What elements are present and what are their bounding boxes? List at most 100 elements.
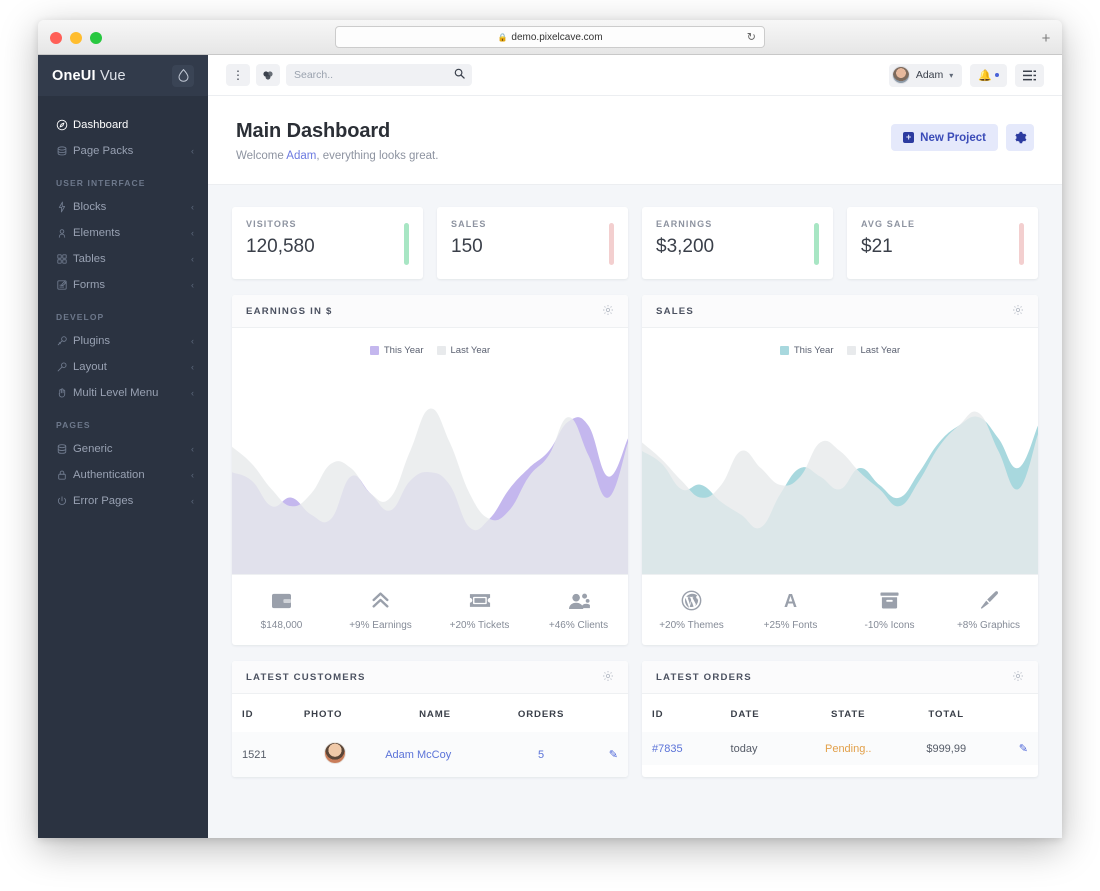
notifications-button[interactable]: 🔔 [970, 63, 1007, 87]
sidebar-item-page-packs[interactable]: Page Packs ‹ [38, 138, 208, 164]
stat-label: EARNINGS [656, 219, 713, 229]
order-link[interactable]: #7835 [652, 743, 683, 755]
sidebar-item-error-pages[interactable]: Error Pages ‹ [38, 488, 208, 514]
search-box[interactable] [286, 64, 472, 86]
footer-stat-label: +25% Fonts [763, 620, 818, 631]
wordpress-icon [681, 589, 702, 611]
new-project-button[interactable]: + New Project [891, 124, 998, 151]
footer-stat[interactable]: +8% Graphics [939, 589, 1038, 631]
cell-action: ✎ [993, 732, 1038, 765]
gear-icon[interactable] [602, 304, 614, 319]
minimize-window-button[interactable] [70, 32, 82, 44]
archive-icon [879, 589, 900, 611]
footer-stat-label: +20% Themes [659, 620, 724, 631]
gear-icon[interactable] [602, 670, 614, 685]
sidebar-item-generic[interactable]: Generic ‹ [38, 436, 208, 462]
address-bar-url: demo.pixelcave.com [511, 31, 603, 43]
sidebar-item-plugins[interactable]: Plugins ‹ [38, 328, 208, 354]
column-header: PHOTO [303, 709, 343, 720]
footer-stat[interactable]: A +25% Fonts [741, 589, 840, 631]
table-header-row: ID DATE STATE TOTAL [642, 694, 1038, 732]
user-menu[interactable]: Adam ▾ [888, 63, 963, 87]
stat-cards-row: VISITORS 120,580 SALES 150 EARNINGS $3,200 AVG… [232, 207, 1038, 279]
ticket-icon [469, 589, 491, 611]
footer-stat[interactable]: $148,000 [232, 589, 331, 631]
card-header: LATEST CUSTOMERS [232, 661, 628, 694]
welcome-prefix: Welcome [236, 150, 287, 162]
magnifier-icon[interactable] [454, 68, 465, 82]
stat-label: VISITORS [246, 219, 297, 229]
gear-icon[interactable] [1012, 304, 1024, 319]
user-name: Adam [915, 69, 944, 81]
sidebar-item-blocks[interactable]: Blocks ‹ [38, 194, 208, 220]
data-table: ID PHOTO NAME ORDERS 1521 Adam McCoy 5 ✎ [232, 694, 628, 777]
stat-card-visitors[interactable]: VISITORS 120,580 [232, 207, 423, 279]
sidebar-item-forms[interactable]: Forms ‹ [38, 272, 208, 298]
sidebar-header: OneUI Vue [38, 55, 208, 96]
footer-stat[interactable]: +46% Clients [529, 589, 628, 631]
chart-card-sales: SALES This Year Last Year +20% Themes A +25% … [642, 295, 1038, 645]
legend-swatch [779, 346, 789, 355]
cell-orders: 5 [538, 748, 545, 761]
lock-icon: 🔒 [497, 32, 508, 42]
column-header: ID [242, 709, 254, 720]
footer-stat[interactable]: +20% Tickets [430, 589, 529, 631]
cell-id: 1521 [242, 748, 267, 761]
reload-icon[interactable]: ↻ [747, 31, 756, 44]
pencil-icon[interactable]: ✎ [1019, 743, 1028, 755]
column-header: ORDERS [517, 709, 565, 720]
cell-action: ✎ [587, 732, 628, 777]
chevron-down-icon: ▾ [949, 70, 954, 80]
series-last-year [232, 408, 628, 574]
stat-card-sales[interactable]: SALES 150 [437, 207, 628, 279]
maximize-window-button[interactable] [90, 32, 102, 44]
sidebar-item-tables[interactable]: Tables ‹ [38, 246, 208, 272]
new-tab-button[interactable]: + [1036, 28, 1056, 48]
stat-value: $21 [861, 236, 893, 257]
column-header: ID [652, 709, 664, 720]
footer-stat[interactable]: +20% Themes [642, 589, 741, 631]
browser-chrome: 🔒 demo.pixelcave.com ↻ + [38, 20, 1062, 55]
sidebar-item-elements[interactable]: Elements ‹ [38, 220, 208, 246]
card-title: LATEST CUSTOMERS [246, 671, 366, 683]
close-window-button[interactable] [50, 32, 62, 44]
brand-name-secondary: Vue [99, 67, 126, 84]
footer-stat[interactable]: -10% Icons [840, 589, 939, 631]
column-header: DATE [730, 709, 760, 720]
table-row[interactable]: 1521 Adam McCoy 5 ✎ [232, 732, 628, 777]
sidebar: OneUI Vue Dashboard Page Packs ‹ USER INTER… [38, 55, 208, 838]
sidebar-item-dashboard[interactable]: Dashboard [38, 112, 208, 138]
pencil-icon[interactable]: ✎ [609, 749, 618, 761]
list-menu-icon[interactable] [1015, 63, 1044, 87]
legend-item: Last Year [846, 345, 900, 356]
brand-logo[interactable]: OneUI Vue [52, 68, 126, 84]
stat-trend-bar [814, 223, 819, 265]
legend-swatch [436, 346, 446, 355]
sidebar-item-label: Blocks [73, 201, 107, 213]
area-chart-svg [642, 411, 1038, 574]
hand-icon [56, 387, 73, 399]
page-settings-button[interactable] [1006, 124, 1034, 151]
table-row[interactable]: #7835 today Pending.. $999,99 ✎ [642, 732, 1038, 765]
power-icon [56, 495, 73, 507]
legend-item: Last Year [436, 345, 490, 356]
stat-card-avg-sale[interactable]: AVG SALE $21 [847, 207, 1038, 279]
stat-card-earnings[interactable]: EARNINGS $3,200 [642, 207, 833, 279]
cell-id: #7835 [642, 732, 721, 765]
sidebar-nav: Dashboard Page Packs ‹ USER INTERFACE Blocks… [38, 112, 208, 514]
customer-avatar [323, 742, 346, 764]
lock-icon [56, 469, 73, 481]
column-header: NAME [419, 709, 451, 720]
gear-icon[interactable] [1012, 670, 1024, 685]
droplet-icon[interactable] [172, 64, 194, 87]
sidebar-item-multi-level-menu[interactable]: Multi Level Menu ‹ [38, 380, 208, 406]
chevron-left-icon: ‹ [191, 146, 194, 156]
customer-link[interactable]: Adam McCoy [385, 749, 451, 761]
apps-icon[interactable] [256, 64, 280, 86]
address-bar[interactable]: 🔒 demo.pixelcave.com ↻ [335, 26, 765, 48]
search-input[interactable] [294, 69, 444, 81]
footer-stat[interactable]: +9% Earnings [331, 589, 430, 631]
sidebar-item-layout[interactable]: Layout ‹ [38, 354, 208, 380]
sidebar-item-authentication[interactable]: Authentication ‹ [38, 462, 208, 488]
vertical-dots-icon[interactable]: ⋮ [226, 64, 250, 86]
